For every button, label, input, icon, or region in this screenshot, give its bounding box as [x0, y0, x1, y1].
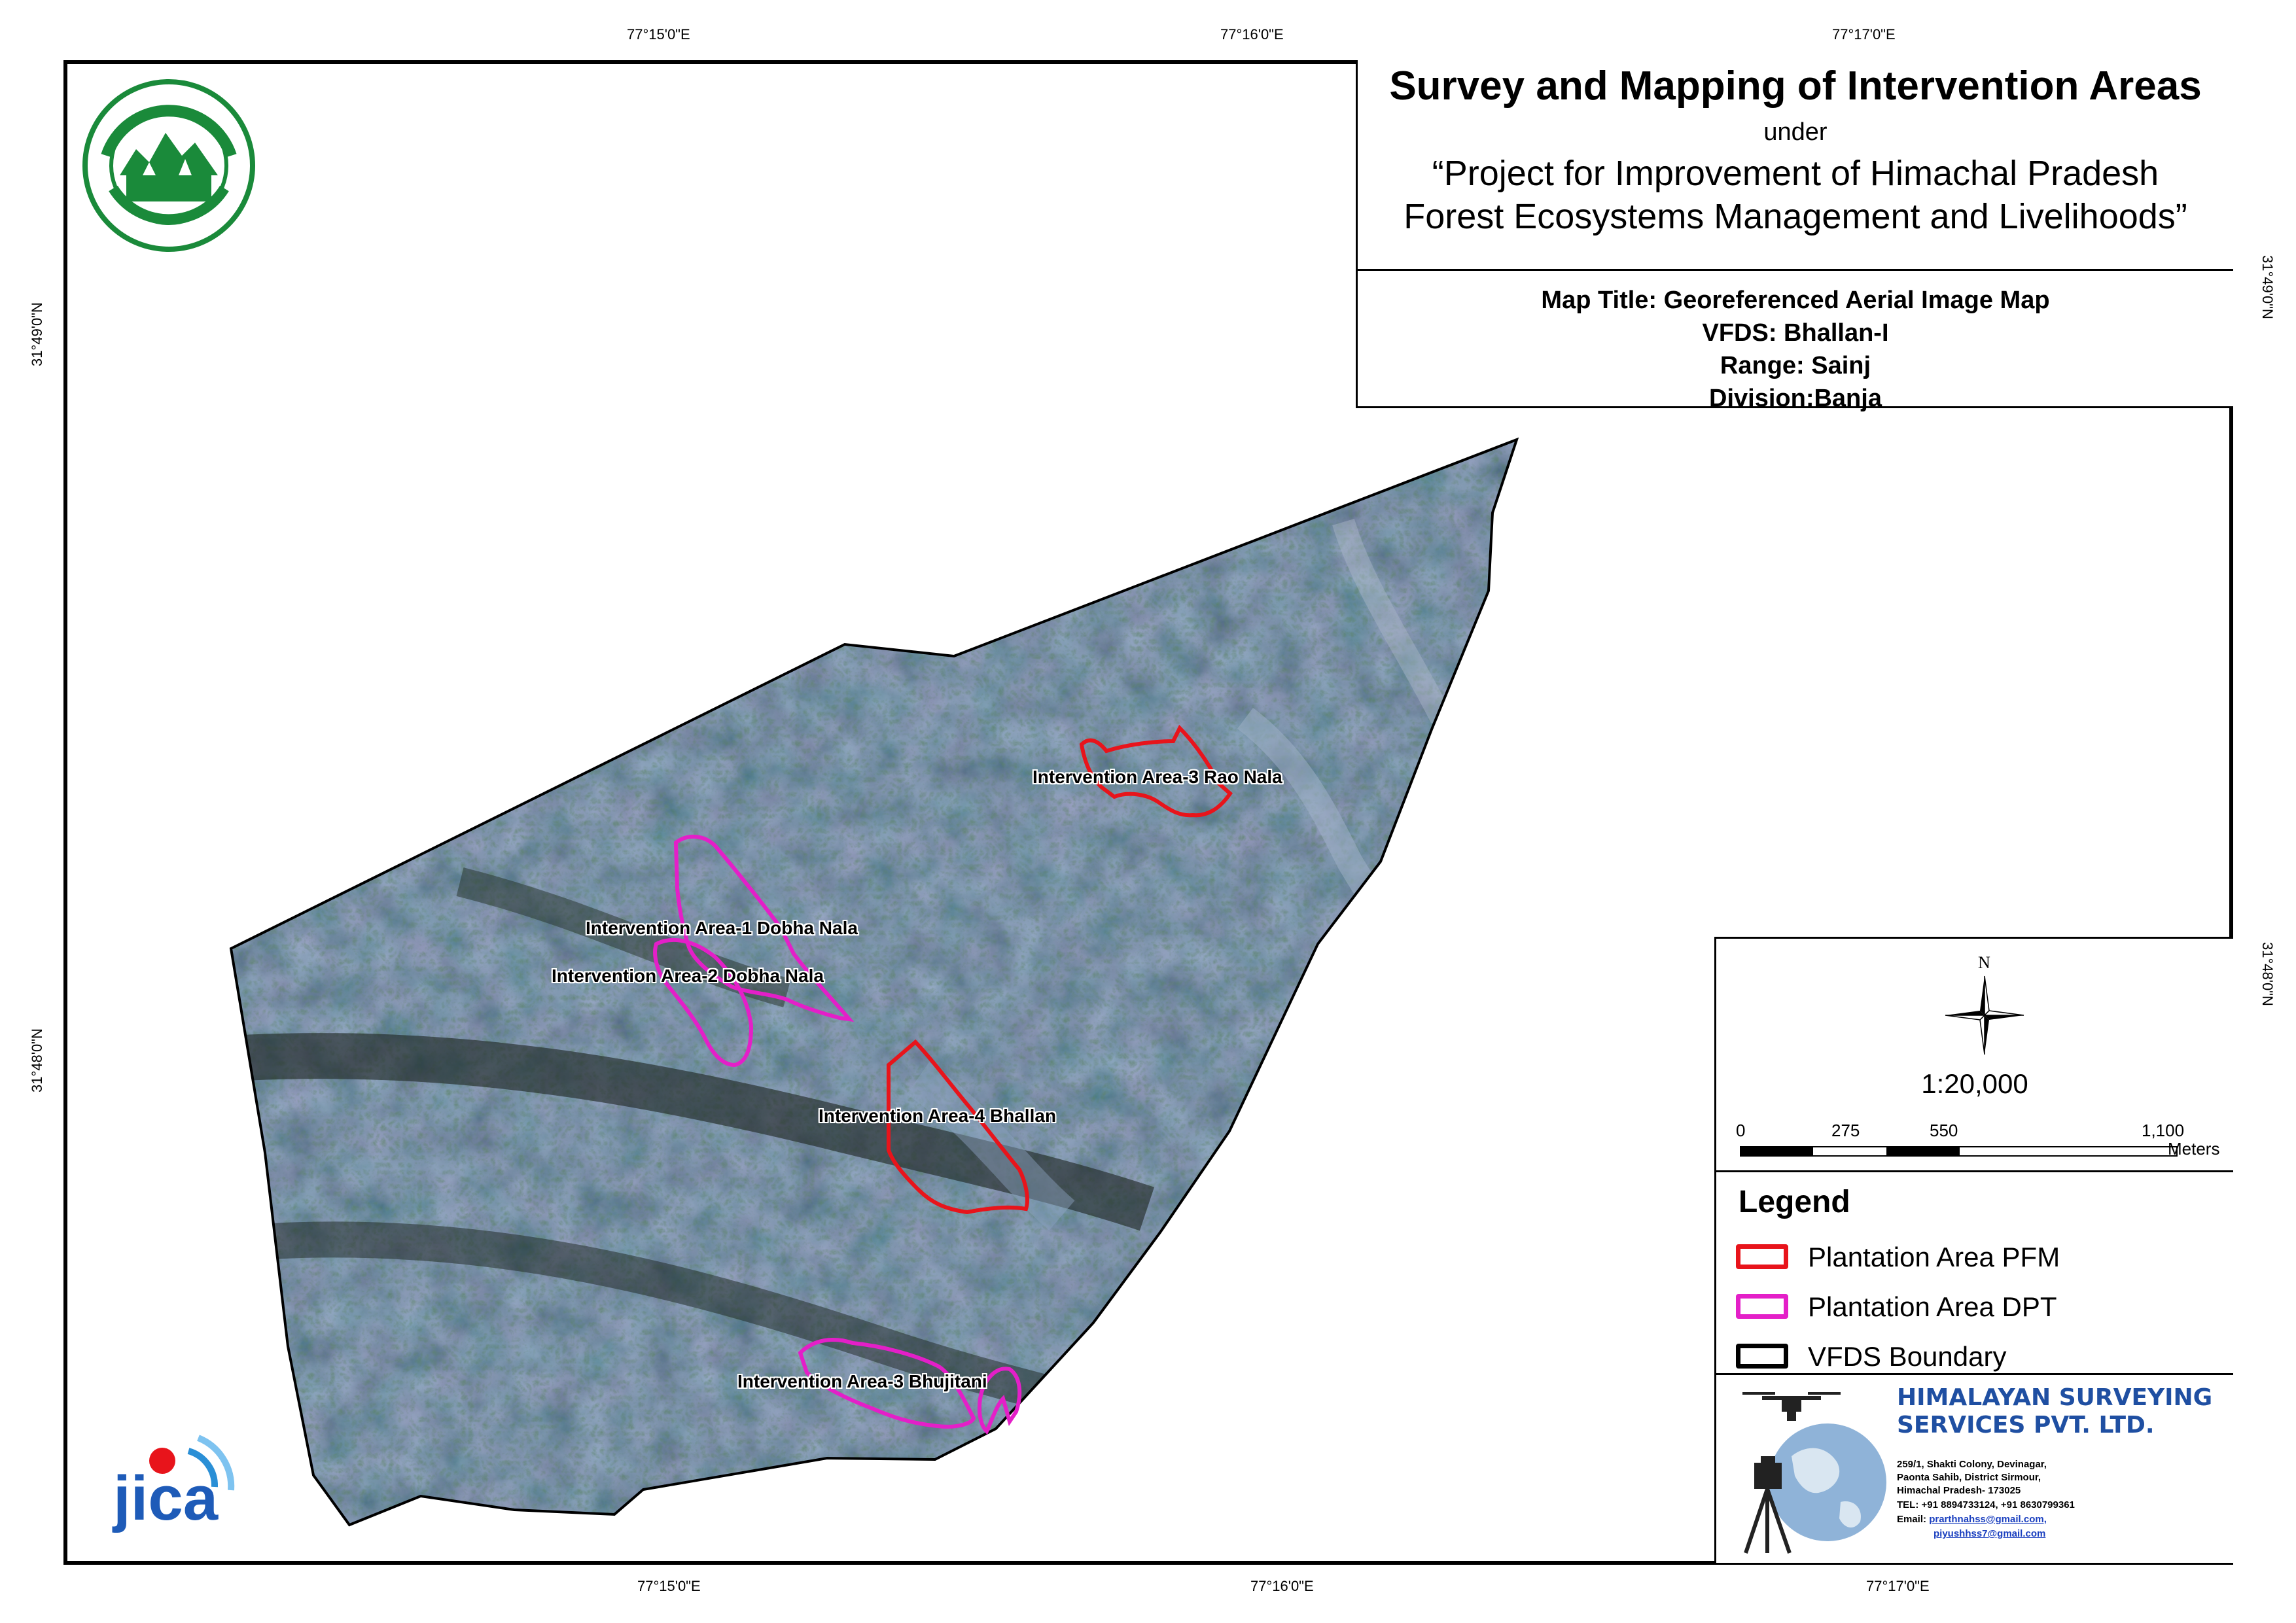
title-box: Survey and Mapping of Intervention Areas…	[1356, 60, 2233, 271]
map-info-box: Map Title: Georeferenced Aerial Image Ma…	[1356, 271, 2233, 412]
scale-tick-275: 275	[1831, 1121, 1860, 1140]
north-label: N	[1978, 953, 1990, 972]
map-title-line: Map Title: Georeferenced Aerial Image Ma…	[1541, 287, 2050, 314]
graticule-left-2: 31°48'0"N	[29, 1028, 45, 1092]
scale-ratio: 1:20,000	[1921, 1068, 2028, 1099]
company-info: HIMALAYAN SURVEYING SERVICES PVT. LTD. 2…	[1714, 1375, 2233, 1565]
label-bhujitani: Intervention Area-3 Bhujitani	[737, 1371, 987, 1391]
company-email-row: Email: prarthnahss@gmail.com,	[1897, 1514, 2047, 1525]
scale-tick-0: 0	[1736, 1121, 1746, 1140]
graticule-top-3: 77°17'0"E	[1832, 26, 1896, 43]
jica-logo: jica	[100, 1425, 251, 1536]
company-email-2[interactable]: piyushhss7@gmail.com	[1934, 1528, 2045, 1539]
graticule-left-1: 31°49'0"N	[29, 302, 45, 366]
forest-department-logo	[82, 79, 255, 252]
graticule-top-1: 77°15'0"E	[627, 26, 690, 43]
scale-unit: Meters	[2168, 1139, 2220, 1159]
legend-title: Legend	[1739, 1185, 1850, 1219]
graticule-top-2: 77°16'0"E	[1220, 26, 1284, 43]
company-email-label: Email:	[1897, 1514, 1927, 1525]
title-project-line-2: Forest Ecosystems Management and Livelih…	[1404, 197, 2187, 236]
scale-tick-550: 550	[1930, 1121, 1958, 1140]
legend-swatch-boundary	[1736, 1344, 1788, 1369]
legend-label-dpt: Plantation Area DPT	[1808, 1291, 2057, 1322]
graticule-right-1: 31°49'0"N	[2259, 255, 2276, 319]
scale-bar	[1740, 1146, 2178, 1157]
company-email-row-2: piyushhss7@gmail.com	[1934, 1528, 2045, 1539]
title-under: under	[1763, 118, 1828, 146]
company-name-line-2: SERVICES PVT. LTD.	[1897, 1412, 2155, 1439]
label-bhallan: Intervention Area-4 Bhallan	[819, 1106, 1057, 1126]
legend-label-pfm: Plantation Area PFM	[1808, 1242, 2060, 1272]
graticule-bottom-3: 77°17'0"E	[1866, 1578, 1930, 1594]
title-project-line-1: “Project for Improvement of Himachal Pra…	[1432, 154, 2159, 193]
company-name: HIMALAYAN SURVEYING SERVICES PVT. LTD.	[1897, 1384, 2212, 1439]
surveyor-logo	[1742, 1392, 1886, 1554]
label-dobha-nala-1: Intervention Area-1 Dobha Nala	[586, 918, 858, 938]
label-rao-nala: Intervention Area-3 Rao Nala	[1033, 767, 1282, 787]
north-scale-box: N 1:20,000 0 275 550 1,100 Meters	[1714, 937, 2233, 1172]
company-email-1[interactable]: prarthnahss@gmail.com,	[1929, 1514, 2047, 1525]
label-dobha-nala-2: Intervention Area-2 Dobha Nala	[552, 966, 824, 986]
company-address-2: Paonta Sahib, District Sirmour,	[1897, 1472, 2041, 1483]
company-name-line-1: HIMALAYAN SURVEYING	[1897, 1384, 2213, 1411]
legend: Legend Plantation Area PFM Plantation Ar…	[1714, 1172, 2233, 1375]
graticule-right-2: 31°48'0"N	[2259, 942, 2276, 1006]
legend-swatch-dpt	[1736, 1294, 1788, 1319]
company-address-1: 259/1, Shakti Colony, Devinagar,	[1897, 1459, 2047, 1470]
company-address-3: Himachal Pradesh- 173025	[1897, 1485, 2021, 1496]
title-main: Survey and Mapping of Intervention Areas	[1389, 63, 2202, 109]
graticule-bottom-2: 77°16'0"E	[1250, 1578, 1314, 1594]
vfds-line: VFDS: Bhallan-I	[1702, 319, 1889, 347]
legend-label-boundary: VFDS Boundary	[1808, 1341, 2007, 1372]
graticule-bottom-1: 77°15'0"E	[637, 1578, 701, 1594]
company-tel: TEL: +91 8894733124, +91 8630799361	[1897, 1499, 2075, 1510]
range-line: Range: Sainj	[1720, 352, 1871, 379]
division-line: Division:Banja	[1709, 385, 1882, 412]
scale-tick-1100: 1,100	[2142, 1121, 2185, 1140]
north-arrow-icon	[1945, 975, 2024, 1055]
svg-text:jica: jica	[112, 1463, 219, 1533]
legend-swatch-pfm	[1736, 1244, 1788, 1269]
